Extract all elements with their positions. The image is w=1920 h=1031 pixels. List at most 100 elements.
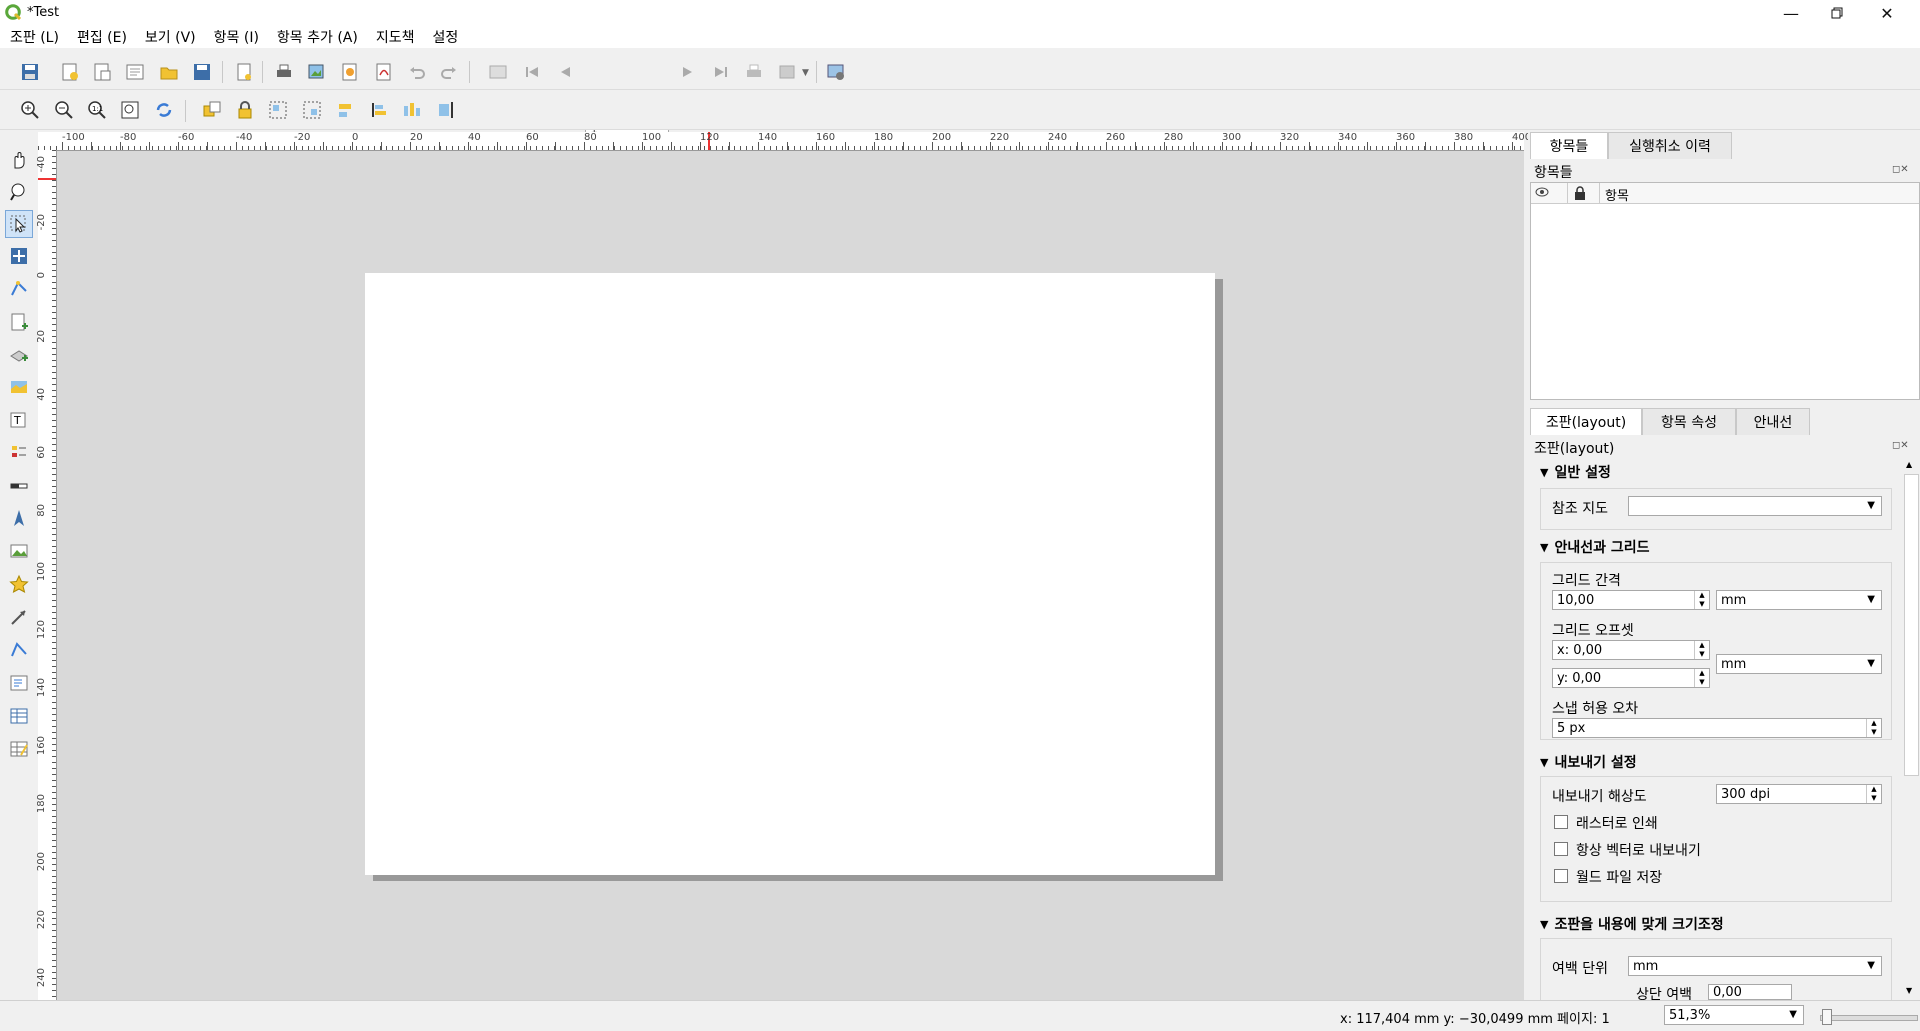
tab-item-properties[interactable]: 항목 속성 bbox=[1642, 408, 1736, 435]
resize-icon[interactable] bbox=[434, 98, 458, 122]
atlas-preview-icon[interactable] bbox=[486, 60, 510, 84]
add-attribute-table-icon[interactable] bbox=[7, 704, 31, 728]
layout-page[interactable] bbox=[365, 273, 1215, 875]
add-scalebar-icon[interactable] bbox=[7, 474, 31, 498]
menu-atlas[interactable]: 지도책 bbox=[366, 27, 423, 47]
spin-arrows-icon[interactable]: ▲ ▼ bbox=[1694, 669, 1709, 687]
menu-layout[interactable]: 조판 (L) bbox=[0, 27, 67, 47]
distribute-icon[interactable] bbox=[400, 98, 424, 122]
align-bottom-icon[interactable] bbox=[367, 98, 391, 122]
tab-guides[interactable]: 안내선 bbox=[1736, 408, 1810, 435]
zoom-combo[interactable]: 51,3% ▼ bbox=[1664, 1005, 1804, 1025]
tab-layout[interactable]: 조판(layout) bbox=[1530, 408, 1642, 435]
tab-items[interactable]: 항목들 bbox=[1530, 132, 1608, 159]
add-north-arrow-icon[interactable] bbox=[7, 506, 31, 530]
pan-icon[interactable] bbox=[7, 148, 31, 172]
restore-button[interactable] bbox=[1814, 0, 1860, 26]
save-icon[interactable] bbox=[18, 60, 42, 84]
grid-offset-x-input[interactable]: x: 0,00 ▲ ▼ bbox=[1552, 640, 1710, 660]
ungroup-items-icon[interactable] bbox=[300, 98, 324, 122]
export-atlas-chevron-icon[interactable]: ▼ bbox=[802, 68, 809, 78]
menu-edit[interactable]: 편집 (E) bbox=[67, 27, 135, 47]
export-atlas-icon[interactable] bbox=[776, 60, 800, 84]
grid-offset-unit-combo[interactable]: mm ▼ bbox=[1716, 654, 1882, 674]
zoom-full-icon[interactable] bbox=[118, 98, 142, 122]
menu-add-item[interactable]: 항목 추가 (A) bbox=[267, 27, 366, 47]
close-button[interactable]: ✕ bbox=[1864, 0, 1910, 26]
add-fixed-table-icon[interactable] bbox=[7, 737, 31, 761]
scroll-up-icon[interactable]: ▲ bbox=[1906, 460, 1912, 469]
add-map-icon[interactable] bbox=[7, 375, 31, 399]
select-move-icon[interactable] bbox=[5, 210, 33, 238]
raster-checkbox[interactable] bbox=[1554, 815, 1568, 829]
grid-spacing-unit-combo[interactable]: mm ▼ bbox=[1716, 590, 1882, 610]
export-pdf-icon[interactable] bbox=[372, 60, 396, 84]
new-layout-icon[interactable] bbox=[58, 60, 82, 84]
add-legend-icon[interactable] bbox=[7, 441, 31, 465]
ref-map-combo[interactable]: ▼ bbox=[1628, 496, 1882, 516]
lock-items-icon[interactable] bbox=[233, 98, 257, 122]
spin-arrows-icon[interactable]: ▲ ▼ bbox=[1694, 641, 1709, 659]
export-resolution-input[interactable]: 300 dpi ▲ ▼ bbox=[1716, 784, 1882, 804]
section-resize[interactable]: ▼ 조판을 내용에 맞게 크기조정 bbox=[1540, 914, 1724, 934]
section-guides-grid[interactable]: ▼ 안내선과 그리드 bbox=[1540, 537, 1650, 557]
atlas-settings-icon[interactable] bbox=[824, 60, 848, 84]
scroll-down-icon[interactable]: ▼ bbox=[1906, 986, 1912, 995]
menu-items[interactable]: 항목 (I) bbox=[204, 27, 267, 47]
save-as-template-icon[interactable] bbox=[190, 60, 214, 84]
refresh-icon[interactable] bbox=[152, 98, 176, 122]
section-general[interactable]: ▼ 일반 설정 bbox=[1540, 462, 1611, 482]
last-feature-icon[interactable] bbox=[709, 60, 733, 84]
menu-view[interactable]: 보기 (V) bbox=[135, 27, 204, 47]
add-label-icon[interactable]: T bbox=[7, 408, 31, 432]
world-file-checkbox[interactable] bbox=[1554, 869, 1568, 883]
add-node-item-icon[interactable] bbox=[7, 638, 31, 662]
add-arrow-icon[interactable] bbox=[7, 605, 31, 629]
eye-icon[interactable] bbox=[1535, 186, 1549, 202]
align-left-icon[interactable] bbox=[334, 98, 358, 122]
section-export[interactable]: ▼ 내보내기 설정 bbox=[1540, 752, 1637, 772]
move-content-icon[interactable] bbox=[7, 244, 31, 268]
redo-icon[interactable] bbox=[437, 60, 461, 84]
scroll-thumb[interactable] bbox=[1904, 474, 1919, 776]
zoom-actual-icon[interactable]: 1:1 bbox=[85, 98, 109, 122]
spin-arrows-icon[interactable]: ▲ ▼ bbox=[1866, 785, 1881, 803]
items-tree[interactable]: 항목 bbox=[1530, 182, 1920, 400]
zoom-slider-handle[interactable] bbox=[1822, 1009, 1832, 1025]
add-html-icon[interactable] bbox=[7, 671, 31, 695]
print-icon[interactable] bbox=[272, 60, 296, 84]
dock-buttons-2[interactable]: ◻✕ bbox=[1892, 440, 1909, 451]
group-items-icon[interactable] bbox=[266, 98, 290, 122]
grid-offset-y-input[interactable]: y: 0,00 ▲ ▼ bbox=[1552, 668, 1710, 688]
vector-checkbox[interactable] bbox=[1554, 842, 1568, 856]
lock-icon[interactable] bbox=[1573, 185, 1587, 205]
first-feature-icon[interactable] bbox=[520, 60, 544, 84]
next-feature-icon[interactable] bbox=[676, 60, 700, 84]
menu-settings[interactable]: 설정 bbox=[422, 27, 466, 47]
add-page-tool-icon[interactable] bbox=[7, 310, 31, 334]
export-image-icon[interactable] bbox=[305, 60, 329, 84]
add-shape-icon[interactable] bbox=[7, 572, 31, 596]
open-folder-icon[interactable] bbox=[157, 60, 181, 84]
layout-manager-icon[interactable] bbox=[123, 60, 147, 84]
raise-items-icon[interactable] bbox=[200, 98, 224, 122]
add-3d-map-icon[interactable] bbox=[7, 342, 31, 366]
undo-icon[interactable] bbox=[405, 60, 429, 84]
duplicate-layout-icon[interactable] bbox=[90, 60, 114, 84]
add-picture-icon[interactable] bbox=[7, 539, 31, 563]
margin-unit-combo[interactable]: mm ▼ bbox=[1628, 956, 1882, 976]
spin-arrows-icon[interactable]: ▲ ▼ bbox=[1866, 719, 1881, 737]
add-page-icon[interactable] bbox=[232, 60, 256, 84]
tab-undo-history[interactable]: 실행취소 이력 bbox=[1608, 132, 1732, 159]
spin-arrows-icon[interactable]: ▲ ▼ bbox=[1694, 591, 1709, 609]
zoom-tool-icon[interactable] bbox=[7, 180, 31, 204]
dock-buttons[interactable]: ◻✕ bbox=[1892, 164, 1909, 175]
zoom-in-icon[interactable] bbox=[18, 98, 42, 122]
minimize-button[interactable]: — bbox=[1768, 0, 1814, 26]
top-margin-input[interactable]: 0,00 bbox=[1708, 984, 1792, 1000]
export-svg-icon[interactable] bbox=[338, 60, 362, 84]
zoom-out-icon[interactable] bbox=[52, 98, 76, 122]
grid-spacing-input[interactable]: 10,00 ▲ ▼ bbox=[1552, 590, 1710, 610]
snap-tolerance-input[interactable]: 5 px ▲ ▼ bbox=[1552, 718, 1882, 738]
zoom-slider[interactable] bbox=[1820, 1015, 1918, 1021]
